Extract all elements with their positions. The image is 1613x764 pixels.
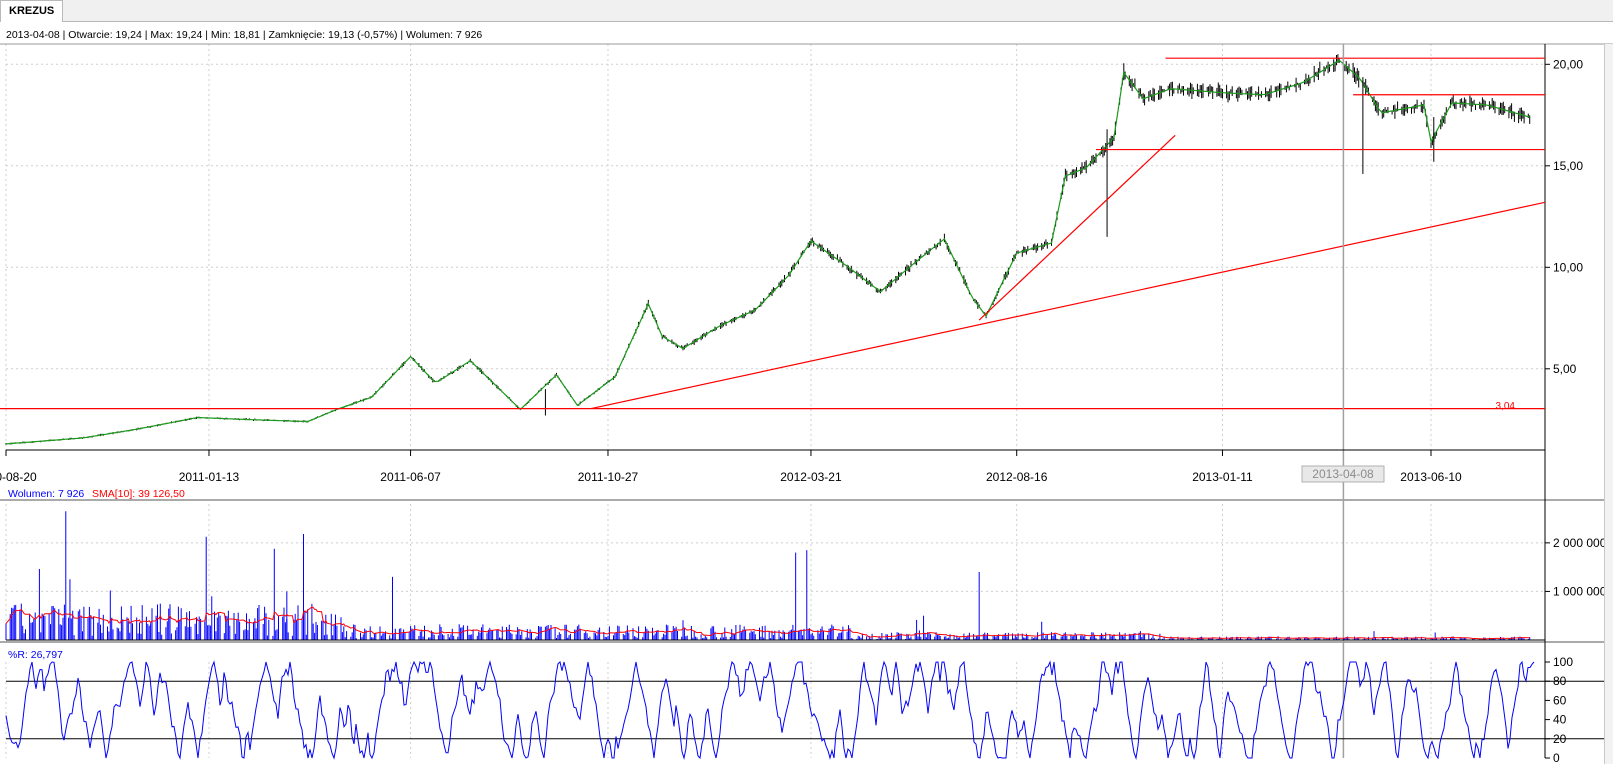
wr-tick-label: 0: [1553, 751, 1560, 764]
price-line-label: 3,04: [1496, 401, 1516, 412]
wr-tick-label: 60: [1553, 693, 1567, 707]
wr-tick-label: 80: [1553, 674, 1567, 688]
wr-legend: %R: 26,797: [8, 649, 63, 661]
x-tick-label: 2013-06-10: [1400, 470, 1462, 484]
y-tick-label: 10,00: [1553, 260, 1583, 274]
cursor-date-label: 2013-04-08: [1312, 467, 1374, 481]
volume-tick-label: 1 000 000: [1553, 584, 1607, 598]
volume-legend-sma: SMA[10]: 39 126,50: [92, 488, 185, 500]
x-tick-label: 2011-10-27: [578, 470, 639, 484]
x-tick-label: 2010-08-20: [0, 470, 37, 484]
x-tick-label: 2013-01-11: [1192, 470, 1253, 484]
volume-legend-volume: Wolumen: 7 926: [8, 488, 84, 500]
info-bar-text: 2013-04-08 | Otwarcie: 19,24 | Max: 19,2…: [6, 29, 482, 41]
wr-tick-label: 40: [1553, 713, 1567, 727]
y-tick-label: 15,00: [1553, 159, 1583, 173]
y-tick-label: 5,00: [1553, 362, 1577, 376]
x-tick-label: 2012-08-16: [986, 470, 1048, 484]
chart-background: [0, 22, 1613, 764]
scroll-handle[interactable]: [1604, 44, 1613, 764]
wr-tick-label: 100: [1553, 655, 1573, 669]
x-tick-label: 2011-06-07: [380, 470, 441, 484]
chart-area[interactable]: 2010-08-20 2011-01-13 2011-06-07 2011-10-27…: [0, 0, 1613, 764]
x-tick-label: 2011-01-13: [179, 470, 240, 484]
wr-tick-label: 20: [1553, 732, 1567, 746]
x-tick-label: 2012-03-21: [780, 470, 842, 484]
y-tick-label: 20,00: [1553, 57, 1583, 71]
volume-tick-label: 2 000 000: [1553, 536, 1607, 550]
